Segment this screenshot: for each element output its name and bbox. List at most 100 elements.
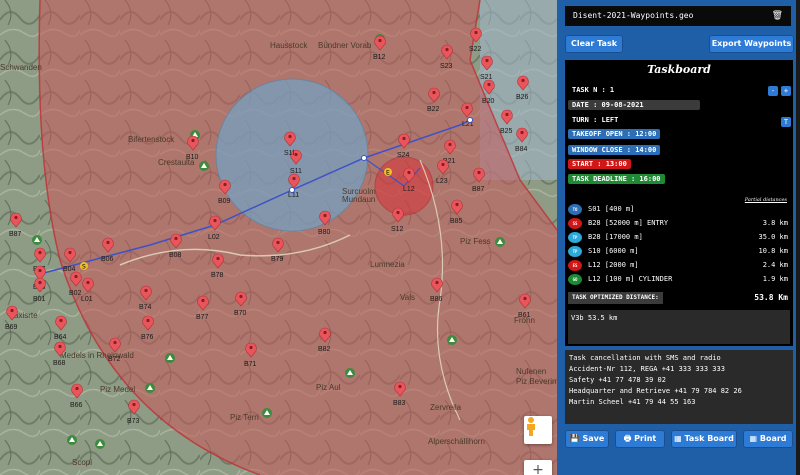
map-view[interactable]: Hausstock Bündner Vorab Schwanden Bifert… (0, 0, 557, 475)
peak-icon (32, 235, 42, 245)
route-node (289, 187, 295, 193)
svg-text:B12: B12 (373, 54, 386, 61)
svg-text:B76: B76 (141, 334, 154, 341)
turnpoint-name: L12 [2000 m] (588, 261, 639, 269)
svg-text:S1l: S1l (284, 150, 295, 157)
peak-icon (145, 383, 155, 393)
svg-text:B08: B08 (169, 252, 182, 259)
svg-text:B70: B70 (234, 310, 247, 317)
trash-icon[interactable]: 🗑 (772, 6, 783, 26)
takeoff-open: TAKEOFF OPEN : 12:00 (568, 129, 661, 139)
turnpoint-distance: 3.8 km (762, 219, 788, 227)
save-icon: 💾 (569, 434, 580, 443)
task-number: TASK N : 1 (572, 86, 615, 94)
info-line: Task cancellation with SMS and radio (569, 354, 721, 362)
peak-icon (345, 368, 355, 378)
svg-text:E: E (386, 170, 390, 177)
zoom-control[interactable]: + (524, 460, 552, 475)
svg-text:L02: L02 (208, 234, 220, 241)
svg-text:B71: B71 (244, 361, 257, 368)
partial-distances-label: Partial distances (744, 197, 787, 203)
svg-text:S: S (82, 264, 86, 271)
safety-info-textarea[interactable]: Task cancellation with SMS and radio Acc… (565, 350, 793, 424)
svg-text:B09: B09 (218, 198, 231, 205)
turnpoint-badge: TP (568, 246, 582, 257)
scrollbar[interactable] (796, 0, 800, 475)
turnpoint-row[interactable]: GO L12 [100 m] CYLINDER 1.9 km (568, 274, 790, 285)
svg-text:B77: B77 (196, 314, 209, 321)
turnpoint-name: B28 [17000 m] (588, 233, 643, 241)
peak-icon (95, 439, 105, 449)
svg-text:B01: B01 (33, 296, 46, 303)
place-label: Piz Beverin (516, 377, 556, 386)
turnpoint-row[interactable]: SS B28 [52000 m] ENTRY 3.8 km (568, 218, 790, 229)
svg-text:L12: L12 (403, 186, 415, 193)
task-note-field[interactable]: V3b 53.5 km (568, 310, 790, 344)
board-button[interactable]: ▦ Board (743, 430, 793, 448)
turnpoint-distance: 1.9 km (762, 275, 788, 283)
turnpoint-name: S01 [400 m] (588, 205, 635, 213)
taskboard: Taskboard TASK N : 1 DATE : 09-08-2021 T… (565, 60, 793, 346)
place-label: Piz Aul (316, 383, 341, 392)
svg-text:B78: B78 (211, 272, 224, 279)
svg-text:S11: S11 (290, 168, 302, 175)
svg-text:B85: B85 (450, 218, 463, 225)
place-label: Scopi (72, 458, 92, 467)
turnpoint-row[interactable]: ES L12 [2000 m] 2.4 km (568, 260, 790, 271)
svg-text:B64: B64 (54, 334, 67, 341)
turnpoint-badge: GO (568, 274, 582, 285)
turnpoint-badge: SS (568, 218, 582, 229)
taskboard-title: Taskboard (647, 63, 711, 76)
peak-icon (67, 435, 77, 445)
svg-text:B06: B06 (101, 256, 114, 263)
start-time: START : 13:00 (568, 159, 631, 169)
turnpoint-row[interactable]: TP S10 [6000 m] 10.8 km (568, 246, 790, 257)
turnpoint-distance: 10.8 km (758, 247, 788, 255)
task-deadline: TASK DEADLINE : 16:00 (568, 174, 665, 184)
svg-text:S22: S22 (469, 46, 482, 53)
turnpoint-badge: ES (568, 260, 582, 271)
svg-text:S12: S12 (391, 226, 404, 233)
place-label: Nufenen (516, 367, 546, 376)
file-name-bar: Disent-2021-Waypoints.geo 🗑 (565, 6, 791, 26)
place-label: Mundaun (342, 195, 375, 204)
place-label: Alperschällihorn (428, 437, 485, 446)
increment-button[interactable]: + (781, 86, 791, 96)
svg-text:B22: B22 (427, 106, 440, 113)
svg-text:B10: B10 (186, 154, 199, 161)
place-label: Bifertenstock (128, 135, 175, 144)
turnpoint-row[interactable]: TO S01 [400 m] (568, 204, 790, 215)
map-canvas[interactable]: Hausstock Bündner Vorab Schwanden Bifert… (0, 0, 557, 475)
peak-icon (199, 161, 209, 171)
optimized-distance: TASK OPTIMIZED DISTANCE: 53.8 Km (568, 292, 790, 304)
decrement-button[interactable]: - (768, 86, 778, 96)
svg-text:B04: B04 (63, 266, 76, 273)
turnpoint-badge: TO (568, 204, 582, 215)
print-button[interactable]: 🖶 Print (615, 430, 665, 448)
turn-toggle-button[interactable]: T (781, 117, 791, 127)
svg-text:B79: B79 (271, 256, 284, 263)
svg-text:L11: L11 (288, 192, 299, 199)
place-label: Lumnezia (370, 260, 405, 269)
place-label: Zervreila (430, 403, 462, 412)
street-view-pegman-icon[interactable] (524, 416, 552, 444)
peak-icon (447, 335, 457, 345)
turnpoint-row[interactable]: TP B28 [17000 m] 35.0 km (568, 232, 790, 243)
route-node (467, 117, 473, 123)
task-date: DATE : 09-08-2021 (568, 100, 700, 110)
optimized-distance-value: 53.8 Km (754, 293, 788, 302)
task-turn: TURN : LEFT (572, 116, 619, 124)
clear-task-button[interactable]: Clear Task (565, 35, 623, 53)
place-label: Vals (400, 293, 415, 302)
svg-text:B66: B66 (70, 402, 83, 409)
svg-text:B84: B84 (515, 146, 528, 153)
task-board-button[interactable]: ▦ Task Board (671, 430, 737, 448)
place-label: Piz Terri (230, 413, 259, 422)
export-waypoints-button[interactable]: Export Waypoints (709, 35, 794, 53)
svg-text:B68: B68 (53, 360, 66, 367)
save-button[interactable]: 💾 Save (565, 430, 609, 448)
svg-text:B26: B26 (516, 94, 529, 101)
turnpoint-distance: 2.4 km (762, 261, 788, 269)
svg-text:L01: L01 (81, 296, 93, 303)
info-line: Headquarter and Retrieve +41 79 784 82 2… (569, 387, 742, 395)
